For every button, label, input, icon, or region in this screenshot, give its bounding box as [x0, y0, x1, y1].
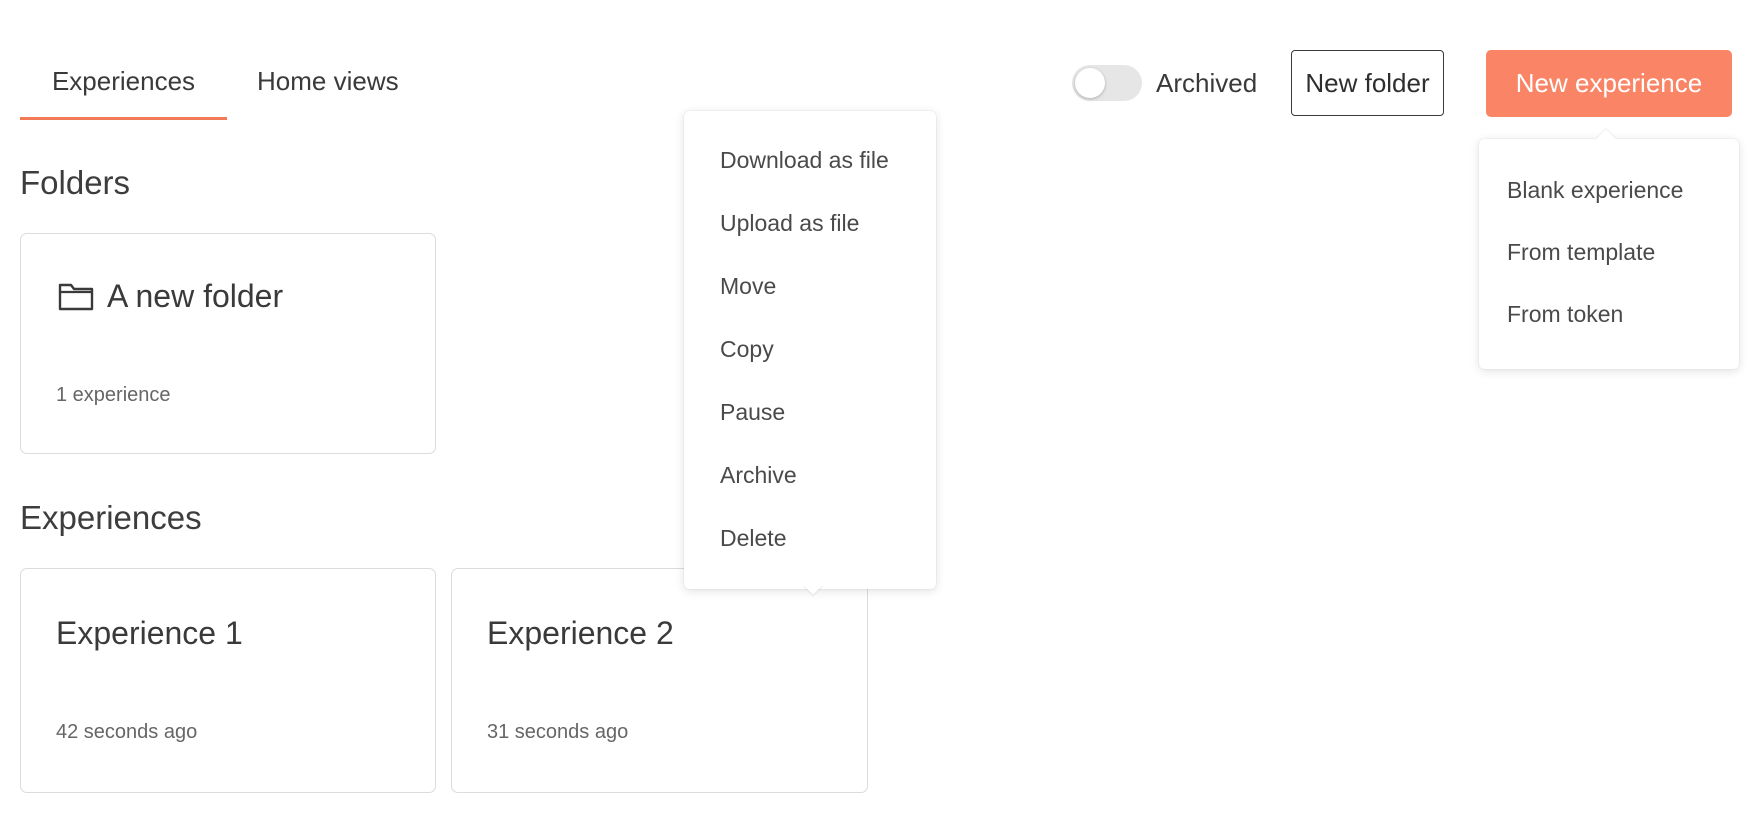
folders-heading: Folders: [20, 164, 131, 201]
menu-arrow: [1596, 129, 1616, 149]
menu-item-move[interactable]: Move: [720, 273, 776, 300]
new-experience-menu: Blank experience From template From toke…: [1479, 129, 1739, 369]
experiences-heading: Experiences: [20, 499, 202, 536]
archived-label: Archived: [1156, 68, 1258, 98]
experience-time: 42 seconds ago: [56, 721, 198, 743]
tab-experiences[interactable]: Experiences: [20, 56, 227, 120]
experience-time: 31 seconds ago: [487, 721, 629, 743]
menu-item-blank-experience[interactable]: Blank experience: [1507, 177, 1683, 204]
toggle-knob: [1075, 68, 1105, 98]
experience-context-menu: Download as file Upload as file Move Cop…: [684, 111, 936, 595]
archived-toggle[interactable]: [1072, 65, 1142, 101]
menu-item-from-token[interactable]: From token: [1507, 301, 1623, 328]
new-folder-button[interactable]: New folder: [1291, 50, 1444, 116]
tab-home-views[interactable]: Home views: [227, 56, 399, 120]
experience-name: Experience 1: [56, 615, 243, 651]
menu-item-download[interactable]: Download as file: [720, 147, 889, 174]
menu-item-pause[interactable]: Pause: [720, 399, 785, 426]
folder-card[interactable]: A new folder 1 experience: [20, 233, 436, 454]
menu-item-from-template[interactable]: From template: [1507, 239, 1655, 266]
folder-name: A new folder: [107, 278, 284, 314]
tab-bar: Experiences Home views: [20, 56, 399, 120]
folder-icon: [58, 283, 94, 311]
menu-item-delete[interactable]: Delete: [720, 525, 786, 552]
experience-name: Experience 2: [487, 615, 674, 651]
menu-item-archive[interactable]: Archive: [720, 462, 797, 489]
menu-item-copy[interactable]: Copy: [720, 336, 774, 363]
menu-item-upload[interactable]: Upload as file: [720, 210, 859, 237]
folder-count: 1 experience: [56, 384, 171, 406]
new-experience-button[interactable]: New experience: [1486, 50, 1732, 117]
experience-card[interactable]: Experience 1 42 seconds ago: [20, 568, 436, 793]
experience-card[interactable]: Experience 2 31 seconds ago: [451, 568, 868, 793]
